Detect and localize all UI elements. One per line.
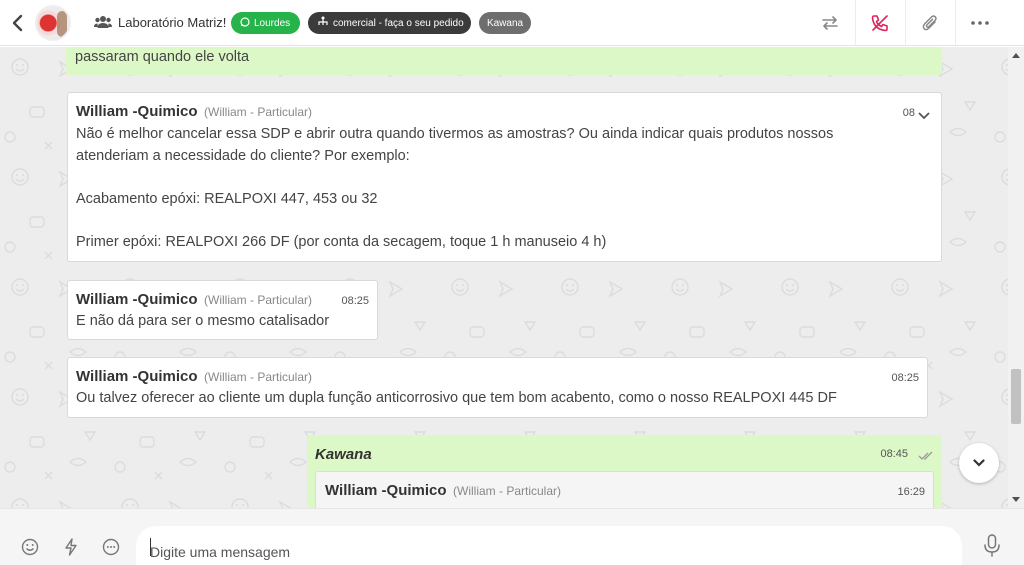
text-caret xyxy=(150,538,151,556)
message-bubble-incoming[interactable]: William -Quimico (William - Particular) … xyxy=(67,357,928,418)
message-list[interactable]: passaram quando ele volta William -Quimi… xyxy=(0,47,1008,508)
message-time: 08:25 xyxy=(341,295,369,307)
message-bubble-outgoing[interactable]: passaram quando ele volta xyxy=(66,47,942,75)
message-text: Ou talvez oferecer ao cliente um dupla f… xyxy=(76,390,837,406)
avatar[interactable] xyxy=(35,5,71,41)
chat-dots-icon[interactable] xyxy=(102,538,122,558)
scroll-to-bottom-button[interactable] xyxy=(959,443,999,483)
message-line xyxy=(76,167,936,189)
sender-subtitle: (William - Particular) xyxy=(204,293,312,307)
branch-icon xyxy=(317,16,333,30)
message-text: E não dá para ser o mesmo catalisador xyxy=(76,313,330,329)
whatsapp-icon xyxy=(240,16,254,30)
tag-label: Lourdes xyxy=(254,17,291,29)
quoted-time: 16:29 xyxy=(897,486,925,498)
chevron-down-icon xyxy=(973,459,985,467)
sender-name: William -Quimico xyxy=(76,103,198,120)
sender-subtitle: (William - Particular) xyxy=(204,370,312,384)
message-bubble-outgoing[interactable]: Kawana 08:45 William -Quimico (William -… xyxy=(307,435,942,508)
lightning-icon[interactable] xyxy=(62,538,82,558)
sender-name: William -Quimico xyxy=(76,291,198,308)
divider xyxy=(855,0,856,46)
divider xyxy=(905,0,906,46)
message-sender: William -Quimico (William - Particular) xyxy=(76,368,312,386)
quoted-sender: William -Quimico (William - Particular) xyxy=(325,482,561,500)
message-line xyxy=(76,210,936,232)
sender-name: Kawana xyxy=(315,446,372,463)
tag-department[interactable]: comercial - faça o seu pedido xyxy=(308,12,471,34)
message-bubble-incoming[interactable]: William -Quimico (William - Particular) … xyxy=(67,280,378,340)
back-arrow-icon[interactable] xyxy=(10,14,26,32)
tag-lourdes[interactable]: Lourdes xyxy=(231,12,300,34)
scrollbar[interactable] xyxy=(1008,47,1024,508)
message-text: passaram quando ele volta xyxy=(75,49,250,65)
composer xyxy=(0,508,1024,565)
chevron-down-icon[interactable] xyxy=(918,107,930,125)
sender-subtitle: (William - Particular) xyxy=(204,105,312,119)
divider xyxy=(955,0,956,46)
message-time: 08 xyxy=(902,107,915,119)
message-time: 08:45 xyxy=(880,448,908,460)
message-input[interactable] xyxy=(136,526,962,565)
message-line: Acabamento epóxi: REALPOXI 447, 453 ou 3… xyxy=(76,190,378,207)
scroll-down-arrow[interactable] xyxy=(1012,497,1020,502)
tag-kawana[interactable]: Kawana xyxy=(479,12,531,34)
sender-subtitle: (William - Particular) xyxy=(453,484,561,498)
message-line: Primer epóxi: REALPOXI 266 DF (por conta… xyxy=(76,233,607,250)
emoji-icon[interactable] xyxy=(21,538,41,558)
message-time: 08:25 xyxy=(891,372,919,384)
message-line: Não é melhor cancelar essa SDP e abrir o… xyxy=(76,126,834,142)
chat-header: Laboratório Matriz! Lourdes comercial - … xyxy=(0,0,1024,46)
paperclip-icon[interactable] xyxy=(920,13,940,33)
microphone-icon[interactable] xyxy=(983,534,1003,557)
sender-name: William -Quimico xyxy=(76,368,198,385)
scroll-up-arrow[interactable] xyxy=(1012,53,1020,58)
more-icon[interactable] xyxy=(970,13,990,33)
message-bubble-incoming[interactable]: William -Quimico (William - Particular) … xyxy=(67,92,942,262)
message-sender: William -Quimico (William - Particular) xyxy=(76,291,312,309)
message-line: atenderiam a necessidade do cliente? Por… xyxy=(76,147,410,164)
chat-title[interactable]: Laboratório Matriz! xyxy=(118,15,226,30)
transfer-icon[interactable] xyxy=(820,13,840,33)
sender-name: William -Quimico xyxy=(325,482,447,499)
double-check-icon xyxy=(918,448,934,466)
group-icon xyxy=(94,15,112,34)
tag-label: comercial - faça o seu pedido xyxy=(333,17,464,29)
tag-label: Kawana xyxy=(486,17,524,29)
end-call-icon[interactable] xyxy=(870,13,890,33)
message-sender: William -Quimico (William - Particular) xyxy=(76,103,312,121)
scroll-thumb[interactable] xyxy=(1011,369,1021,424)
quoted-message[interactable]: William -Quimico (William - Particular) … xyxy=(315,471,934,508)
message-text: Não é melhor cancelar essa SDP e abrir o… xyxy=(76,124,936,253)
